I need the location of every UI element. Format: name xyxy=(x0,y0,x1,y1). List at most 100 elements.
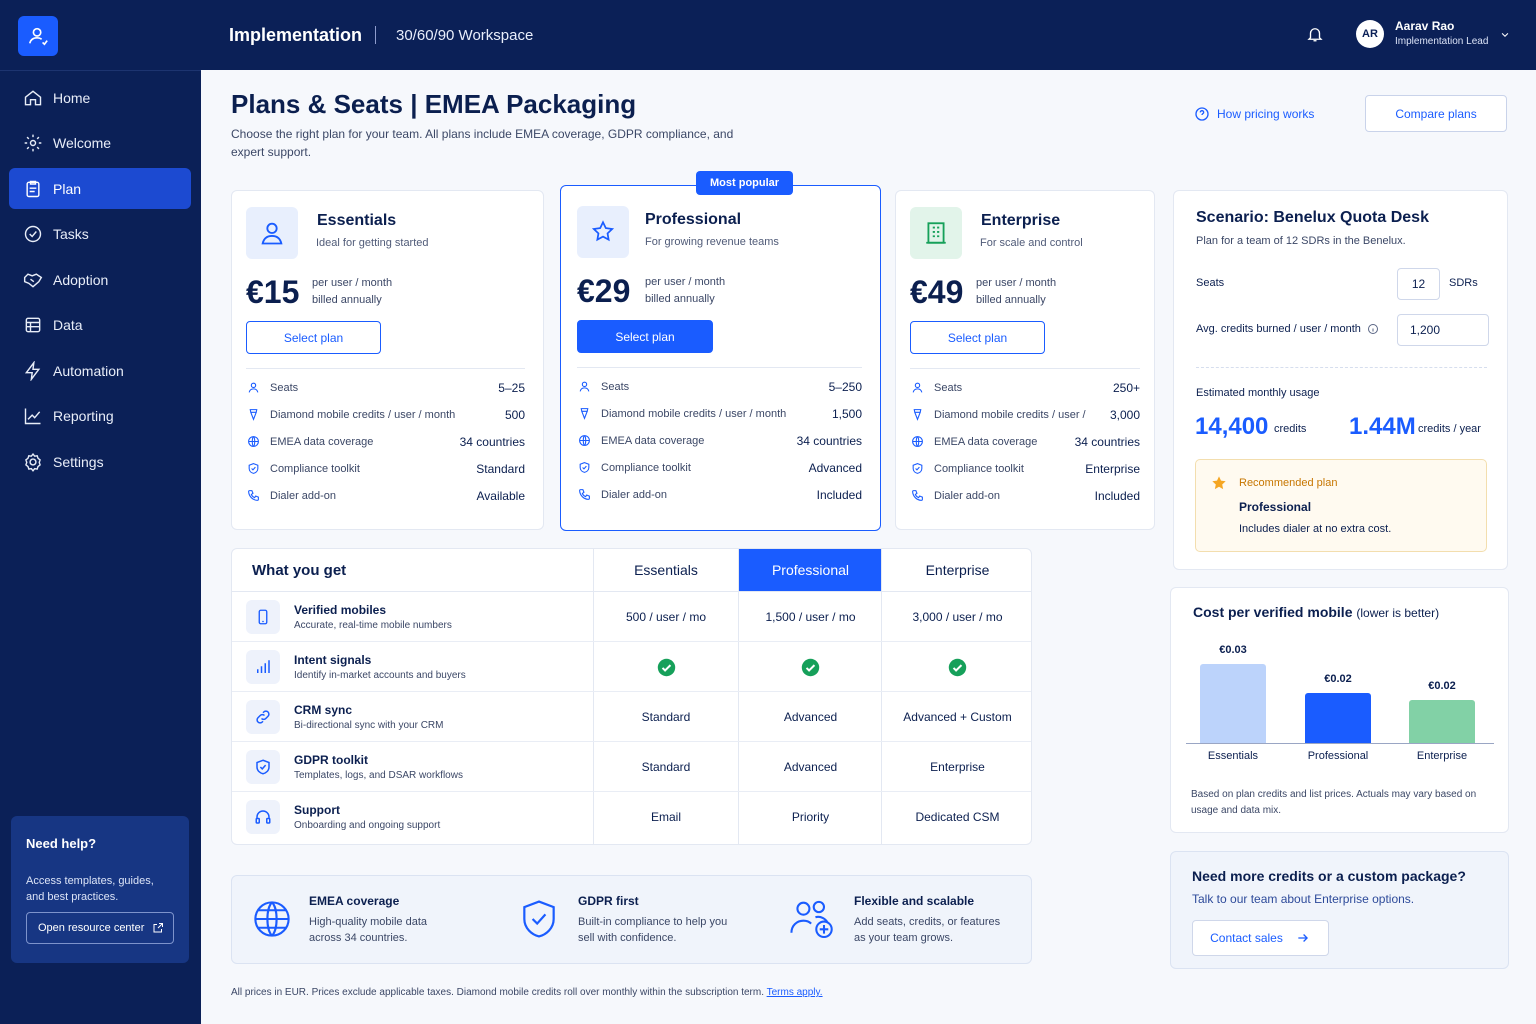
settings-icon xyxy=(23,452,43,472)
row-name: Support xyxy=(294,803,340,817)
gear-badge-icon xyxy=(23,133,43,153)
sidebar-item-automation[interactable]: Automation xyxy=(9,350,191,391)
star-icon xyxy=(1212,476,1226,490)
how-pricing-label: How pricing works xyxy=(1217,107,1315,121)
lightning-icon xyxy=(23,360,43,381)
feature-row: Diamond mobile credits / user / month 1,5… xyxy=(577,400,862,427)
usage-label: Estimated monthly usage xyxy=(1196,387,1320,399)
custom-title: Need more credits or a custom package? xyxy=(1192,868,1466,884)
feature-label: Dialer add-on xyxy=(270,489,337,502)
sidebar-item-tasks[interactable]: Tasks xyxy=(9,214,191,255)
table-row: Verified mobiles Accurate, real-time mob… xyxy=(232,592,1031,642)
open-resource-center-button[interactable]: Open resource center xyxy=(26,912,174,944)
cell-professional: Advanced xyxy=(783,760,838,774)
price-unit: per user / month xyxy=(312,277,393,289)
select-plan-button[interactable]: Select plan xyxy=(577,320,713,353)
row-desc: Onboarding and ongoing support xyxy=(294,820,441,831)
sidebar-item-adoption[interactable]: Adoption xyxy=(9,259,191,300)
feature-row: Diamond mobile credits / user / 3,000 xyxy=(910,401,1140,428)
feature-row: Seats 5–250 xyxy=(577,373,862,400)
compare-plans-button[interactable]: Compare plans xyxy=(1365,95,1507,132)
cell-essentials: Standard xyxy=(641,760,691,774)
feature-row: Seats 5–25 xyxy=(246,374,525,401)
shield-check-icon xyxy=(246,462,260,476)
scenario-title: Scenario: Benelux Quota Desk xyxy=(1196,209,1429,226)
plan-price-note: per user / month billed annually xyxy=(976,275,1056,309)
notifications-bell-icon[interactable] xyxy=(1306,24,1324,44)
row-name: CRM sync xyxy=(294,703,353,717)
scenario-panel: Scenario: Benelux Quota Desk Plan for a … xyxy=(1173,190,1508,570)
how-pricing-works-link[interactable]: How pricing works xyxy=(1194,106,1314,122)
plan-card-professional: Most popular Professional For growing re… xyxy=(560,171,881,531)
sidebar-item-data[interactable]: Data xyxy=(9,305,191,346)
feature-label: EMEA data coverage xyxy=(270,435,374,448)
price-billing: billed annually xyxy=(645,293,715,305)
select-plan-button[interactable]: Select plan xyxy=(246,321,381,354)
user-icon xyxy=(246,381,260,395)
phone-call-icon xyxy=(910,489,924,503)
help-panel: Need help? Access templates, guides, and… xyxy=(11,816,189,963)
row-desc: Templates, logs, and DSAR workflows xyxy=(294,770,463,781)
custom-desc: Talk to our team about Enterprise option… xyxy=(1192,892,1415,906)
sidebar-item-welcome[interactable]: Welcome xyxy=(9,123,191,164)
sidebar-item-settings[interactable]: Settings xyxy=(9,441,191,482)
comparison-heading: What you get xyxy=(232,549,593,592)
info-icon[interactable] xyxy=(1367,323,1379,335)
help-circle-icon xyxy=(1195,107,1209,121)
external-link-icon xyxy=(153,923,164,933)
contact-sales-button[interactable]: Contact sales xyxy=(1192,920,1329,956)
plan-price: €29 xyxy=(577,273,631,309)
row-desc: Identify in-market accounts and buyers xyxy=(294,670,466,681)
sidebar-item-home[interactable]: Home xyxy=(9,77,191,118)
user-role: Implementation Lead xyxy=(1395,36,1489,47)
bar-category-label: Enterprise xyxy=(1416,750,1468,762)
seats-input[interactable]: 12 xyxy=(1397,268,1440,300)
plan-desc: For growing revenue teams xyxy=(645,236,779,248)
monthly-credits-unit: credits xyxy=(1274,423,1307,435)
table-row: Support Onboarding and ongoing support E… xyxy=(232,792,1031,842)
plan-price: €15 xyxy=(246,274,300,310)
column-professional: Professional xyxy=(739,549,882,592)
sidebar: Home Welcome Plan Tasks Adoption Data Au… xyxy=(0,0,201,1024)
diamond-icon xyxy=(577,407,591,421)
globe-icon xyxy=(254,901,290,937)
feature-row: Diamond mobile credits / user / month 500 xyxy=(246,401,525,428)
sidebar-item-plan[interactable]: Plan xyxy=(9,168,191,209)
chart-line-icon xyxy=(23,406,43,426)
price-unit: per user / month xyxy=(976,277,1057,289)
sidebar-item-reporting[interactable]: Reporting xyxy=(9,396,191,437)
terms-link[interactable]: Terms apply. xyxy=(767,987,823,998)
headset-icon xyxy=(246,800,280,834)
check-circle-icon xyxy=(801,658,820,676)
bar-enterprise xyxy=(1409,700,1475,743)
benefit-title: Flexible and scalable xyxy=(854,894,975,908)
cell-professional: Advanced xyxy=(783,710,838,724)
page-title: Plans & Seats | EMEA Packaging xyxy=(231,89,637,119)
title-separator xyxy=(375,26,376,44)
feature-label: Seats xyxy=(934,381,963,394)
page-subtitle: Choose the right plan for your team. All… xyxy=(231,127,734,159)
clipboard-icon xyxy=(23,179,43,199)
cell-enterprise: Enterprise xyxy=(930,760,985,774)
user-name: Aarav Rao xyxy=(1395,19,1455,33)
feature-value: 1,500 xyxy=(831,406,862,421)
credits-input[interactable]: 1,200 xyxy=(1397,314,1489,346)
chevron-down-icon[interactable] xyxy=(1499,30,1511,40)
chart-note: Based on plan credits and list prices. A… xyxy=(1191,789,1477,816)
table-row: CRM sync Bi-directional sync with your C… xyxy=(232,692,1031,742)
avatar[interactable]: AR xyxy=(1356,20,1384,48)
sidebar-item-label: Reporting xyxy=(53,408,114,424)
yearly-credits-value: 1.44M xyxy=(1349,413,1416,440)
cell-enterprise: Dedicated CSM xyxy=(915,810,1000,824)
bar-value-label: €0.02 xyxy=(1324,673,1352,685)
feature-label: Diamond mobile credits / user / month xyxy=(270,408,456,421)
arrow-right-icon xyxy=(1298,934,1308,942)
select-plan-button[interactable]: Select plan xyxy=(910,321,1045,354)
feature-value: 34 countries xyxy=(1074,434,1140,449)
table-row: GDPR toolkit Templates, logs, and DSAR w… xyxy=(232,742,1031,792)
price-unit: per user / month xyxy=(645,276,726,288)
monthly-credits-value: 14,400 xyxy=(1195,413,1269,440)
app-logo[interactable] xyxy=(18,16,58,56)
bar-essentials xyxy=(1200,664,1266,743)
recommended-plan-name: Professional xyxy=(1239,500,1312,514)
